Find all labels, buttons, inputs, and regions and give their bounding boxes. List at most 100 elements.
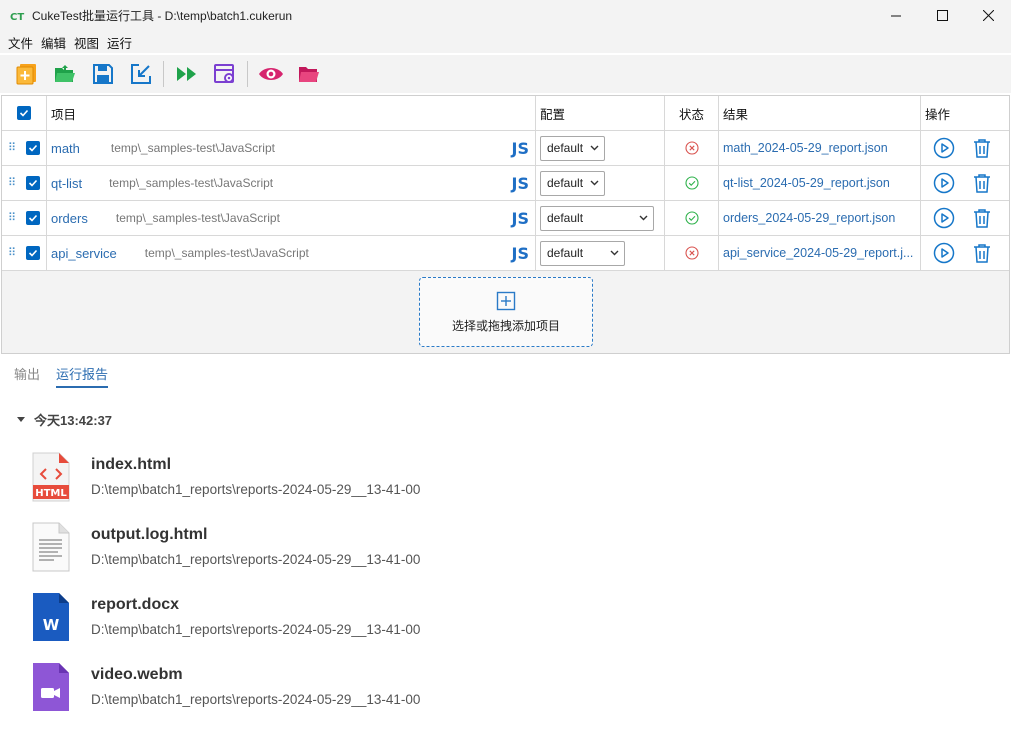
report-file-item[interactable]: W report.docx D:\temp\batch1_reports\rep… [32, 592, 632, 648]
project-name[interactable]: api_service [51, 246, 117, 261]
toolbar [0, 55, 1011, 93]
word-icon-label: W [43, 616, 60, 634]
header-result[interactable]: 结果 [719, 96, 921, 130]
menu-edit[interactable]: 编辑 [37, 33, 70, 52]
header-config[interactable]: 配置 [536, 96, 665, 130]
save-button[interactable] [90, 61, 116, 87]
check-icon [19, 109, 29, 117]
result-link[interactable]: math_2024-05-29_report.json [723, 141, 888, 155]
trash-icon [974, 244, 990, 263]
run-settings-button[interactable] [212, 61, 238, 87]
config-select[interactable]: default [540, 240, 625, 266]
run-project-button[interactable] [933, 172, 955, 194]
project-name[interactable]: qt-list [51, 176, 82, 191]
javascript-icon: JS [511, 138, 529, 158]
add-icon [496, 291, 516, 310]
word-file-icon: W [33, 593, 69, 641]
config-value: default [547, 176, 584, 190]
window-title: CukeTest批量运行工具 - D:\temp\batch1.cukerun [32, 9, 293, 23]
row-checkbox[interactable] [26, 246, 40, 260]
delete-project-button[interactable] [971, 137, 993, 159]
add-project-dropzone[interactable]: 选择或拖拽添加项目 [419, 277, 593, 347]
table-row[interactable]: ⠿ api_service temp\_samples-test\JavaScr… [2, 236, 1009, 271]
result-link[interactable]: orders_2024-05-29_report.json [723, 211, 895, 225]
passed-status-icon [684, 211, 699, 225]
row-checkbox[interactable] [26, 141, 40, 155]
run-project-button[interactable] [933, 137, 955, 159]
title-bar: CT CukeTest批量运行工具 - D:\temp\batch1.cuker… [0, 0, 1011, 31]
table-row[interactable]: ⠿ qt-list temp\_samples-test\JavaScript … [2, 166, 1009, 201]
result-cell: orders_2024-05-29_report.json [719, 201, 921, 235]
open-folder-icon [55, 65, 75, 82]
drag-handle-icon[interactable]: ⠿ [8, 178, 16, 189]
result-link[interactable]: qt-list_2024-05-29_report.json [723, 176, 890, 190]
file-path: D:\temp\batch1_reports\reports-2024-05-2… [91, 482, 421, 497]
project-name[interactable]: math [51, 141, 80, 156]
report-file-item[interactable]: HTML index.html D:\temp\batch1_reports\r… [32, 452, 632, 508]
text-file-icon [32, 522, 70, 572]
header-project[interactable]: 项目 [47, 96, 536, 130]
actions-cell [921, 201, 1009, 235]
drag-handle-icon[interactable]: ⠿ [8, 213, 16, 224]
menu-file[interactable]: 文件 [4, 33, 37, 52]
open-button[interactable] [52, 61, 78, 87]
project-name[interactable]: orders [51, 211, 88, 226]
caret-down-icon [17, 416, 25, 422]
project-cell: qt-list temp\_samples-test\JavaScript JS [47, 166, 536, 200]
run-all-button[interactable] [174, 61, 200, 87]
select-all-cell [2, 96, 47, 130]
select-all-checkbox[interactable] [17, 106, 31, 120]
project-cell: api_service temp\_samples-test\JavaScrip… [47, 236, 536, 270]
file-path: D:\temp\batch1_reports\reports-2024-05-2… [91, 552, 421, 567]
config-select[interactable]: default [540, 135, 605, 161]
report-file-item[interactable]: output.log.html D:\temp\batch1_reports\r… [32, 522, 632, 578]
row-select-cell: ⠿ [2, 166, 47, 200]
menu-view[interactable]: 视图 [70, 33, 103, 52]
header-result-label: 结果 [723, 107, 749, 122]
actions-cell [921, 166, 1009, 200]
file-name: video.webm [91, 666, 183, 683]
delete-project-button[interactable] [971, 207, 993, 229]
open-reports-folder-button[interactable] [296, 61, 322, 87]
close-button[interactable] [965, 0, 1011, 31]
config-cell: default [536, 131, 665, 165]
config-cell: default [536, 201, 665, 235]
play-circle-icon [933, 242, 955, 264]
result-cell: math_2024-05-29_report.json [719, 131, 921, 165]
delete-project-button[interactable] [971, 172, 993, 194]
maximize-button[interactable] [919, 0, 965, 31]
row-checkbox[interactable] [26, 176, 40, 190]
header-status[interactable]: 状态 [665, 96, 719, 130]
drag-handle-icon[interactable]: ⠿ [8, 143, 16, 154]
config-select[interactable]: default [540, 170, 605, 196]
javascript-icon: JS [511, 243, 529, 263]
table-row[interactable]: ⠿ orders temp\_samples-test\JavaScript J… [2, 201, 1009, 236]
play-circle-icon [933, 207, 955, 229]
view-button[interactable] [258, 61, 284, 87]
report-file-item[interactable]: video.webm D:\temp\batch1_reports\report… [32, 662, 632, 718]
config-value: default [547, 246, 584, 260]
tab-output[interactable]: 输出 [14, 364, 40, 388]
tab-run-report[interactable]: 运行报告 [56, 364, 109, 388]
result-link[interactable]: api_service_2024-05-29_report.j... [723, 246, 913, 260]
project-path: temp\_samples-test\JavaScript [110, 141, 275, 155]
row-checkbox[interactable] [26, 211, 40, 225]
project-table: 项目 配置 状态 结果 操作 ⠿ math temp\_samples-test… [1, 95, 1010, 354]
config-select[interactable]: default [540, 205, 654, 231]
file-name: index.html [91, 456, 172, 473]
chevron-down-icon [590, 180, 599, 185]
check-icon [28, 214, 38, 222]
run-project-button[interactable] [933, 242, 955, 264]
drag-handle-icon[interactable]: ⠿ [8, 248, 16, 259]
export-button[interactable] [128, 61, 154, 87]
minimize-button[interactable] [873, 0, 919, 31]
status-cell [665, 166, 719, 200]
new-button[interactable] [14, 61, 40, 87]
table-row[interactable]: ⠿ math temp\_samples-test\JavaScript JS … [2, 131, 1009, 166]
header-status-label: 状态 [678, 107, 704, 122]
header-project-label: 项目 [51, 107, 77, 122]
menu-run[interactable]: 运行 [103, 33, 136, 52]
report-group-header[interactable]: 今天13:42:37 [16, 410, 112, 429]
run-project-button[interactable] [933, 207, 955, 229]
delete-project-button[interactable] [971, 242, 993, 264]
